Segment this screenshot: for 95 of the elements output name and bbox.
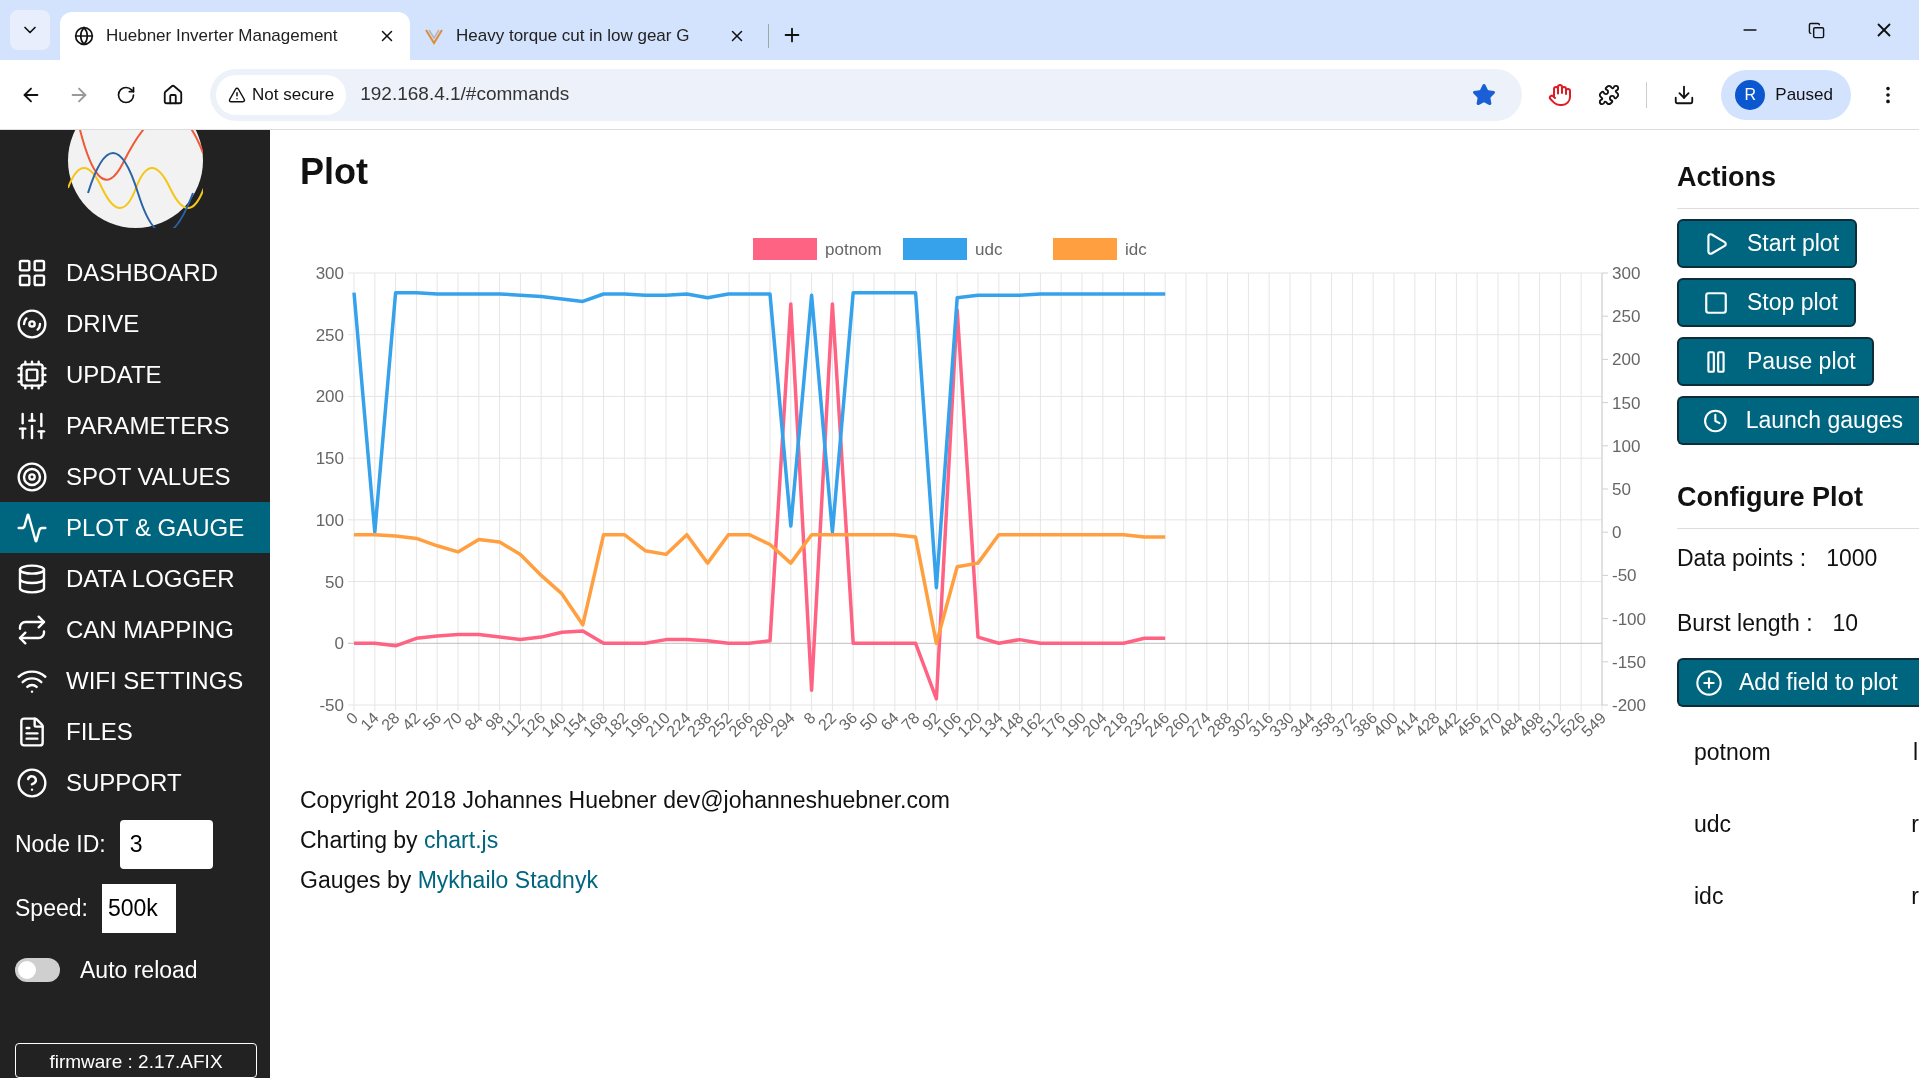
- tab-title: Heavy torque cut in low gear G: [456, 25, 691, 48]
- clock-icon: [1703, 407, 1728, 434]
- section-title: Actions: [1677, 161, 1776, 194]
- axis-tick-label: 100: [315, 510, 344, 530]
- copyright-text: Copyright 2018 Johannes Huebner dev@johanneshuebner.com: [300, 786, 950, 815]
- tab-title: Huebner Inverter Management: [106, 25, 339, 48]
- chip-icon: [16, 358, 48, 391]
- url-text: 192.168.4.1/#commands: [360, 82, 571, 107]
- puzzle-icon[interactable]: [1598, 83, 1621, 106]
- section-title: Configure Plot: [1677, 481, 1863, 514]
- help-icon: [16, 766, 48, 799]
- nav-item[interactable]: CAN MAPPING: [0, 604, 270, 655]
- axis-tick-label: 300: [1612, 264, 1641, 283]
- legend-label: udc: [975, 240, 1003, 259]
- legend-swatch[interactable]: [753, 238, 817, 260]
- axis-tick-label: 150: [1612, 393, 1641, 413]
- axis-tick-label: 200: [1612, 350, 1641, 370]
- action-button[interactable]: Pause plot: [1677, 337, 1874, 386]
- nav-item[interactable]: SPOT VALUES: [0, 451, 270, 502]
- download-icon[interactable]: [1673, 83, 1696, 106]
- legend-swatch[interactable]: [903, 238, 967, 260]
- toggle-switch[interactable]: [15, 958, 60, 983]
- axis-tick-label: 200: [315, 387, 344, 407]
- action-button[interactable]: Launch gauges: [1677, 396, 1919, 445]
- nav-item[interactable]: PARAMETERS: [0, 400, 270, 451]
- toggle-label: Auto reload: [80, 956, 198, 985]
- axis-tick-label: 0: [334, 634, 344, 654]
- nav-item[interactable]: UPDATE: [0, 349, 270, 400]
- setting-value: 1000: [1826, 544, 1878, 573]
- nav-item[interactable]: SUPPORT: [0, 757, 270, 808]
- setting-label: Data points :: [1677, 544, 1807, 573]
- setting-label: Burst length :: [1677, 608, 1813, 638]
- field-cell-text: l: [1913, 737, 1919, 767]
- axis-tick-label: 300: [315, 264, 344, 283]
- field-name: idc: [1693, 881, 1725, 911]
- wheel-icon: [16, 307, 48, 340]
- axis-tick-label: 150: [315, 449, 344, 469]
- firmware-info: firmware : 2.17.AFIX: [15, 1042, 257, 1078]
- address-bar[interactable]: Not secure 192.168.4.1/#commands: [210, 68, 1523, 121]
- page-title: Plot: [299, 150, 368, 194]
- credit-text: Charting by chart.js: [300, 826, 499, 855]
- axis-tick-label: 250: [315, 325, 344, 345]
- profile-status: Paused: [1775, 83, 1833, 106]
- browser-tab[interactable]: Huebner Inverter Management: [60, 12, 410, 60]
- pulse-icon: [16, 511, 48, 544]
- avatar: R: [1735, 79, 1766, 110]
- nav-item[interactable]: FILES: [0, 706, 270, 757]
- action-button[interactable]: Start plot: [1677, 219, 1858, 268]
- nav-item[interactable]: WIFI SETTINGS: [0, 655, 270, 706]
- field-name: potnom: [1693, 737, 1772, 767]
- stop-icon: [1703, 289, 1729, 316]
- legend-label: idc: [1125, 240, 1147, 259]
- security-chip[interactable]: Not secure: [216, 74, 347, 115]
- author-link[interactable]: Mykhailo Stadnyk: [417, 867, 598, 893]
- chartjs-link[interactable]: chart.js: [424, 827, 499, 853]
- axis-tick-label: -50: [1612, 566, 1637, 586]
- speed-field[interactable]: 500k: [101, 884, 176, 933]
- credit-text: Gauges by Mykhailo Stadnyk: [300, 866, 598, 895]
- field-label: Node ID:: [15, 830, 106, 860]
- reload-icon[interactable]: [116, 84, 136, 105]
- home-icon[interactable]: [162, 83, 184, 106]
- axis-tick-label: 0: [1612, 523, 1622, 543]
- nav-item[interactable]: PLOT & GAUGE: [0, 502, 270, 553]
- legend-label: potnom: [825, 240, 882, 259]
- database-icon: [16, 562, 48, 595]
- nav-item[interactable]: DASHBOARD: [0, 247, 270, 298]
- restore-icon[interactable]: [1808, 21, 1825, 39]
- legend-swatch[interactable]: [1053, 238, 1117, 260]
- arrows-icon: [16, 613, 48, 646]
- nav-item[interactable]: DATA LOGGER: [0, 553, 270, 604]
- field-label: Speed:: [15, 894, 88, 924]
- warning-icon: [228, 85, 246, 104]
- field-cell-text: r: [1911, 881, 1919, 911]
- axis-tick-label: 50: [1612, 480, 1631, 499]
- star-icon[interactable]: [1472, 82, 1497, 107]
- axis-tick-label: -200: [1612, 696, 1647, 715]
- axis-tick-label: -150: [1612, 652, 1647, 672]
- axis-tick-label: -100: [1612, 609, 1647, 629]
- setting-value: 10: [1832, 608, 1859, 638]
- target-icon: [16, 460, 48, 493]
- axis-tick-label: 50: [325, 572, 344, 592]
- add-icon: [1695, 668, 1723, 697]
- node-id-field[interactable]: 3: [119, 820, 213, 869]
- stop-hand-icon[interactable]: [1548, 82, 1573, 107]
- axis-tick-label: -50: [319, 696, 344, 715]
- nav-item[interactable]: DRIVE: [0, 298, 270, 349]
- profile-button[interactable]: R Paused: [1721, 69, 1851, 120]
- add-field-button[interactable]: Add field to plot: [1677, 658, 1919, 707]
- axis-tick-label: 250: [1612, 307, 1641, 327]
- browser-tab[interactable]: Heavy torque cut in low gear G: [410, 12, 760, 60]
- field-cell-text: r: [1911, 809, 1919, 839]
- axis-tick-label: 100: [1612, 436, 1641, 456]
- globe-icon: [74, 26, 94, 46]
- action-button[interactable]: Stop plot: [1677, 278, 1856, 327]
- field-name: udc: [1693, 809, 1733, 839]
